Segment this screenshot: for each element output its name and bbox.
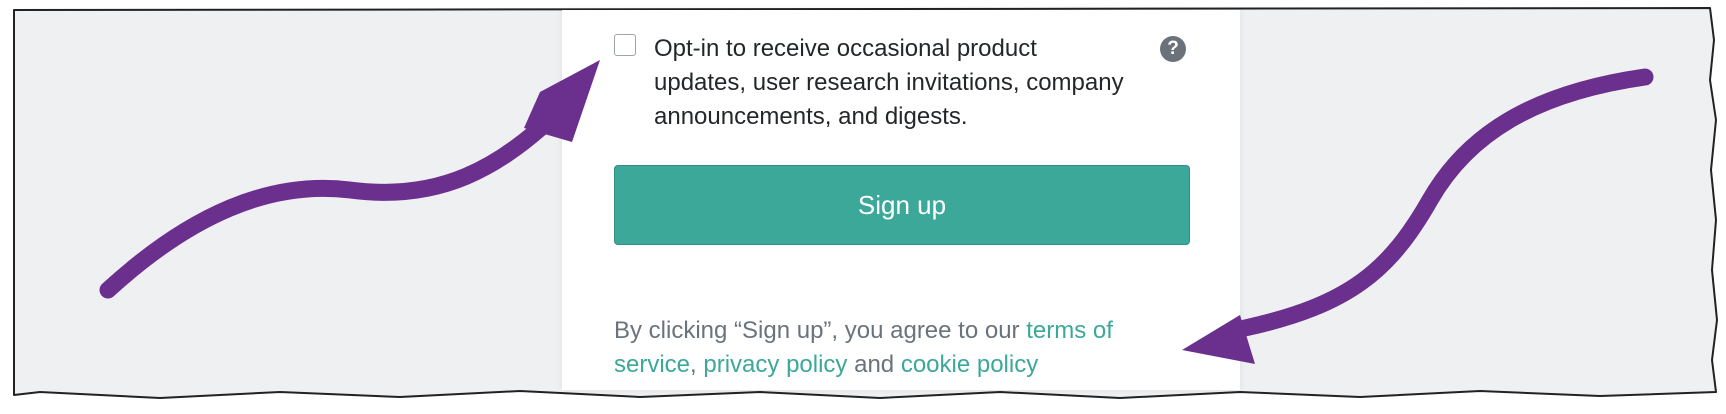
optin-label[interactable]: Opt-in to receive occasional product upd… [654, 32, 1134, 134]
signup-form-card: Opt-in to receive occasional product upd… [562, 10, 1240, 390]
optin-row: Opt-in to receive occasional product upd… [614, 32, 1194, 142]
privacy-policy-link[interactable]: privacy policy [703, 351, 847, 378]
legal-prefix: By clicking “Sign up”, you agree to our [614, 317, 1027, 344]
legal-notice: By clicking “Sign up”, you agree to our … [614, 314, 1174, 382]
cookie-policy-link[interactable]: cookie policy [901, 351, 1038, 378]
signup-button[interactable]: Sign up [614, 165, 1190, 245]
legal-conjunction: and [847, 351, 901, 378]
screenshot-scene: Opt-in to receive occasional product upd… [0, 0, 1726, 414]
question-mark-icon[interactable]: ? [1160, 36, 1186, 62]
legal-separator: , [690, 351, 704, 378]
optin-checkbox[interactable] [614, 34, 636, 56]
